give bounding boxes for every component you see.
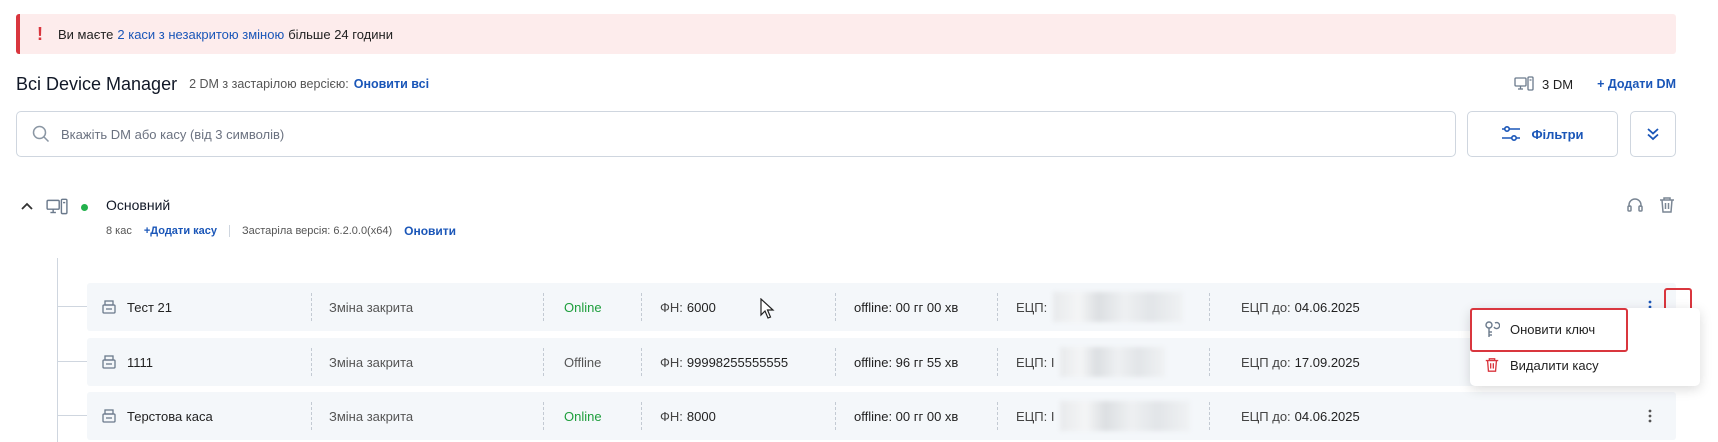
sliders-icon bbox=[1502, 125, 1521, 142]
dm-count: 3 DM bbox=[1514, 76, 1573, 92]
ecp-until: ЕЦП до: 04.06.2025 bbox=[1241, 392, 1360, 440]
tree-branch bbox=[57, 306, 87, 307]
online-status-dot bbox=[81, 204, 88, 211]
group-name: Основний bbox=[106, 197, 171, 213]
offline-duration: offline: 96 гг 55 хв bbox=[854, 354, 959, 370]
fn-label: ФН: bbox=[660, 354, 683, 370]
dm-group: Основний 8 кас +Додати касу Застаріла ве… bbox=[16, 196, 1676, 246]
menu-item-label: Видалити касу bbox=[1510, 357, 1599, 373]
divider bbox=[229, 225, 230, 237]
fiscal-number: ФН: 99998255555555 bbox=[660, 338, 788, 386]
fn-label: ФН: bbox=[660, 299, 683, 315]
table-row[interactable]: Тест 21 Зміна закрита Online ФН: 6000 off… bbox=[87, 283, 1676, 331]
tree-branch bbox=[57, 415, 87, 416]
add-cash-link[interactable]: +Додати касу bbox=[144, 225, 217, 237]
page-title: Всі Device Manager bbox=[16, 73, 178, 94]
offline-duration: offline: 00 гг 00 хв bbox=[854, 299, 959, 315]
ecp-until-value: 17.09.2025 bbox=[1294, 354, 1360, 370]
collapse-all-button[interactable] bbox=[1630, 111, 1676, 157]
ecp-until: ЕЦП до: 17.09.2025 bbox=[1241, 338, 1360, 386]
fn-value: 8000 bbox=[686, 408, 716, 424]
page-header: Всі Device Manager 2 DM з застарілою вер… bbox=[16, 70, 1676, 98]
cash-name: Терстова каса bbox=[127, 408, 213, 424]
ecp-blurred bbox=[1053, 292, 1184, 322]
exclamation-icon: ! bbox=[37, 23, 43, 44]
trash-icon[interactable] bbox=[1658, 196, 1676, 214]
ecp-label: ЕЦП: I bbox=[1016, 408, 1055, 424]
filters-label: Фільтри bbox=[1531, 126, 1584, 142]
fiscal-number: ФН: 8000 bbox=[660, 392, 716, 440]
kebab-icon bbox=[1648, 409, 1652, 423]
filters-button[interactable]: Фільтри bbox=[1467, 111, 1618, 157]
device-manager-icon bbox=[46, 198, 68, 215]
outdated-version: Застаріла версія: 6.2.0.0(x64) bbox=[242, 225, 393, 237]
search-box[interactable] bbox=[16, 111, 1456, 157]
cash-name: Тест 21 bbox=[127, 299, 172, 315]
connection-status: Online bbox=[564, 299, 602, 315]
ecp-blurred bbox=[1060, 401, 1191, 431]
row-menu-button[interactable] bbox=[1638, 404, 1662, 428]
ecp-until-label: ЕЦП до: bbox=[1241, 354, 1291, 370]
table-row[interactable]: 1111 Зміна закрита Offline ФН: 9999825555… bbox=[87, 338, 1676, 386]
fn-value: 99998255555555 bbox=[686, 354, 789, 370]
update-link[interactable]: Оновити bbox=[404, 224, 456, 238]
group-actions bbox=[1626, 196, 1676, 214]
ecp-until-label: ЕЦП до: bbox=[1241, 299, 1291, 315]
ecp-blurred bbox=[1060, 347, 1166, 377]
ecp-until-value: 04.06.2025 bbox=[1294, 299, 1360, 315]
alert-link-open-shifts[interactable]: 2 каси з незакритою зміною bbox=[117, 27, 284, 42]
shift-status: Зміна закрита bbox=[329, 354, 414, 370]
group-meta: 8 кас +Додати касу Застаріла версія: 6.2… bbox=[106, 224, 456, 238]
ecp: ЕЦП: bbox=[1016, 283, 1184, 331]
update-all-link[interactable]: Оновити всі bbox=[354, 77, 429, 91]
menu-item-delete-cash[interactable]: Видалити касу bbox=[1470, 347, 1700, 383]
shift-status: Зміна закрита bbox=[329, 299, 414, 315]
cash-count: 8 кас bbox=[106, 225, 132, 237]
device-manager-icon bbox=[1514, 76, 1534, 91]
double-chevron-down-icon bbox=[1647, 128, 1659, 141]
ecp-label: ЕЦП: bbox=[1016, 299, 1048, 315]
connection-status: Offline bbox=[564, 354, 602, 370]
cash-register-icon bbox=[101, 338, 117, 386]
ecp-label: ЕЦП: I bbox=[1016, 354, 1055, 370]
fn-label: ФН: bbox=[660, 408, 683, 424]
alert-banner: ! Ви маєте 2 каси з незакритою зміною бі… bbox=[16, 14, 1676, 54]
table-row[interactable]: Терстова каса Зміна закрита Online ФН: 80… bbox=[87, 392, 1676, 440]
outdated-dm-text: 2 DM з застарілою версією: bbox=[189, 77, 349, 91]
cash-register-icon bbox=[101, 392, 117, 440]
headset-icon[interactable] bbox=[1626, 196, 1644, 214]
dm-count-text: 3 DM bbox=[1542, 76, 1574, 92]
trash-icon bbox=[1485, 358, 1499, 372]
ecp-until: ЕЦП до: 04.06.2025 bbox=[1241, 283, 1360, 331]
search-input[interactable] bbox=[61, 126, 1455, 142]
shift-status: Зміна закрита bbox=[329, 408, 414, 424]
ecp-until-label: ЕЦП до: bbox=[1241, 408, 1291, 424]
fiscal-number: ФН: 6000 bbox=[660, 283, 716, 331]
offline-duration: offline: 00 гг 00 хв bbox=[854, 408, 959, 424]
chevron-up-icon[interactable] bbox=[20, 200, 34, 214]
connection-status: Online bbox=[564, 408, 602, 424]
ecp: ЕЦП: I bbox=[1016, 338, 1166, 386]
fn-value: 6000 bbox=[686, 299, 716, 315]
ecp-until-value: 04.06.2025 bbox=[1294, 408, 1360, 424]
cash-register-icon bbox=[101, 283, 117, 331]
cash-name: 1111 bbox=[127, 354, 154, 370]
ecp: ЕЦП: I bbox=[1016, 392, 1191, 440]
highlight-frame bbox=[1470, 308, 1628, 352]
alert-text-prefix: Ви маєте bbox=[58, 26, 114, 42]
tree-branch bbox=[57, 361, 87, 362]
search-icon bbox=[32, 125, 50, 143]
add-dm-button[interactable]: + Додати DM bbox=[1597, 77, 1676, 91]
mouse-cursor-icon bbox=[760, 298, 775, 319]
alert-text-suffix: більше 24 години bbox=[288, 26, 393, 42]
